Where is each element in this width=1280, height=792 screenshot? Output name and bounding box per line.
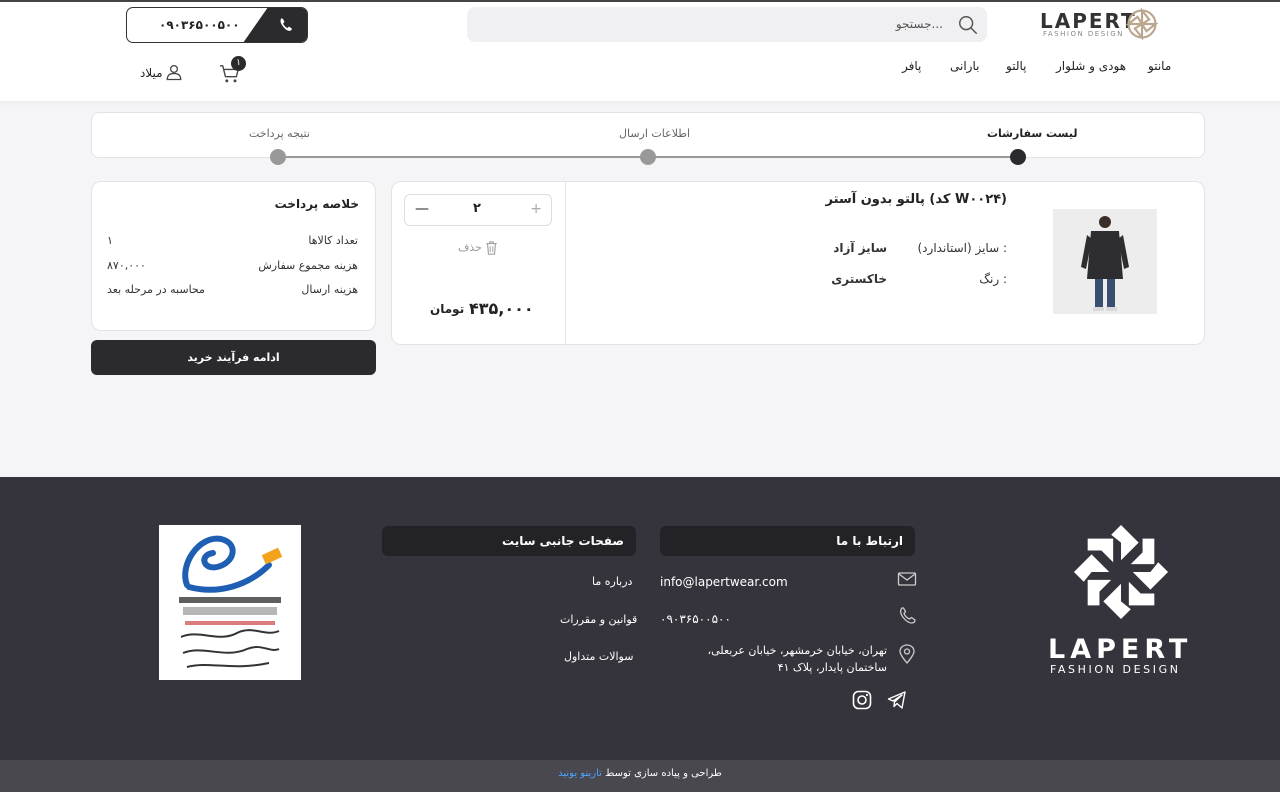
summary-total-label: هزینه مجموع سفارش	[258, 259, 358, 272]
phone-tab	[243, 8, 307, 42]
step-label-orders[interactable]: لیست سفارشات	[987, 127, 1078, 140]
user-icon[interactable]	[165, 63, 183, 81]
search-icon[interactable]	[957, 14, 979, 36]
payment-summary-title: خلاصه پرداخت	[274, 197, 359, 211]
location-icon	[899, 644, 915, 664]
cart-count-badge: ۱	[231, 56, 246, 71]
item-price: ۴۳۵,۰۰۰	[469, 299, 534, 318]
footer-link-faq[interactable]: سوالات متداول	[564, 650, 633, 663]
checkout-steps: لیست سفارشات اطلاعات ارسال نتیجه پرداخت	[91, 112, 1205, 165]
step-dot-orders	[1010, 149, 1026, 165]
nav-item-hoodie-pants[interactable]: هودی و شلوار	[1056, 59, 1126, 73]
nav-item-raincoat[interactable]: بارانی	[950, 59, 979, 73]
footer-brand-text: LAPERT	[1048, 634, 1193, 665]
brand-logo-icon[interactable]	[1124, 6, 1160, 42]
phone-icon	[900, 607, 916, 624]
step-dot-shipping	[640, 149, 656, 165]
user-name[interactable]: میلاد	[140, 66, 163, 80]
cart-item-divider	[565, 182, 566, 344]
nav-item-coat[interactable]: پالتو	[1006, 59, 1026, 73]
continue-checkout-button[interactable]: ادامه فرآیند خرید	[91, 340, 376, 375]
summary-shipping-value: محاسبه در مرحله بعد	[107, 283, 205, 296]
product-image[interactable]	[1053, 209, 1157, 314]
search-input[interactable]: جستجو...	[896, 17, 943, 31]
color-value: خاکستری	[831, 272, 887, 286]
footer-email[interactable]: info@lapertwear.com	[660, 575, 788, 589]
footer-link-terms[interactable]: قوانین و مقررات	[560, 613, 637, 626]
product-title[interactable]: پالتو بدون آستر (کد W۰۰۲۴)	[826, 192, 1007, 207]
brand-logo-subtitle: FASHION DESIGN	[1043, 30, 1124, 38]
summary-total-value: ۸۷۰,۰۰۰	[107, 259, 146, 272]
summary-item-count-label: تعداد کالاها	[308, 234, 358, 247]
phone-contact-button[interactable]: ۰۹۰۳۶۵۰۰۵۰۰	[126, 7, 308, 43]
quantity-increase-button[interactable]: +	[530, 201, 542, 217]
summary-shipping-label: هزینه ارسال	[301, 283, 358, 296]
telegram-icon[interactable]	[887, 690, 907, 710]
item-price-currency: تومان	[430, 302, 465, 316]
footer-credit: طراحی و پیاده سازی توسط تارینو یونید	[0, 768, 1280, 779]
footer-brand-subtitle: FASHION DESIGN	[1050, 663, 1181, 676]
footer-logo-icon	[1073, 524, 1169, 620]
header-phone-number: ۰۹۰۳۶۵۰۰۵۰۰	[159, 18, 240, 32]
step-label-payment[interactable]: نتیجه پرداخت	[249, 127, 310, 140]
footer-link-about[interactable]: درباره ما	[592, 575, 632, 588]
quantity-stepper[interactable]: — ۲ +	[404, 194, 552, 226]
step-label-shipping[interactable]: اطلاعات ارسال	[619, 127, 690, 140]
trash-icon[interactable]	[485, 241, 498, 255]
enamad-logo-icon	[179, 535, 283, 668]
instagram-icon[interactable]	[852, 690, 872, 710]
search-box[interactable]: جستجو...	[467, 7, 987, 42]
color-label: رنگ :	[979, 272, 1007, 286]
size-value: سایز آزاد	[833, 241, 887, 255]
contact-section-title: ارتباط با ما	[660, 526, 915, 556]
quantity-value: ۲	[473, 201, 481, 216]
nav-item-puffer[interactable]: پافر	[902, 59, 921, 73]
step-dot-payment	[270, 149, 286, 165]
footer-phone[interactable]: ۰۹۰۳۶۵۰۰۵۰۰	[660, 612, 731, 626]
nav-item-manto[interactable]: مانتو	[1148, 59, 1171, 73]
delete-item-label[interactable]: حذف	[458, 241, 482, 254]
size-label: سایز (استاندارد) :	[917, 241, 1008, 255]
credit-link[interactable]: تارینو یونید	[558, 768, 602, 779]
email-icon	[897, 572, 917, 586]
product-photo-figure	[1053, 209, 1157, 314]
summary-item-count-value: ۱	[107, 234, 113, 247]
phone-icon	[280, 18, 292, 31]
quantity-decrease-button[interactable]: —	[415, 201, 429, 217]
site-pages-section-title: صفحات جانبی سایت	[382, 526, 636, 556]
footer-address: تهران، خیابان خرمشهر، خیابان عربعلی، ساخ…	[707, 644, 887, 674]
credit-text: طراحی و پیاده سازی توسط	[605, 768, 722, 779]
enamad-trust-badge[interactable]	[159, 525, 301, 680]
